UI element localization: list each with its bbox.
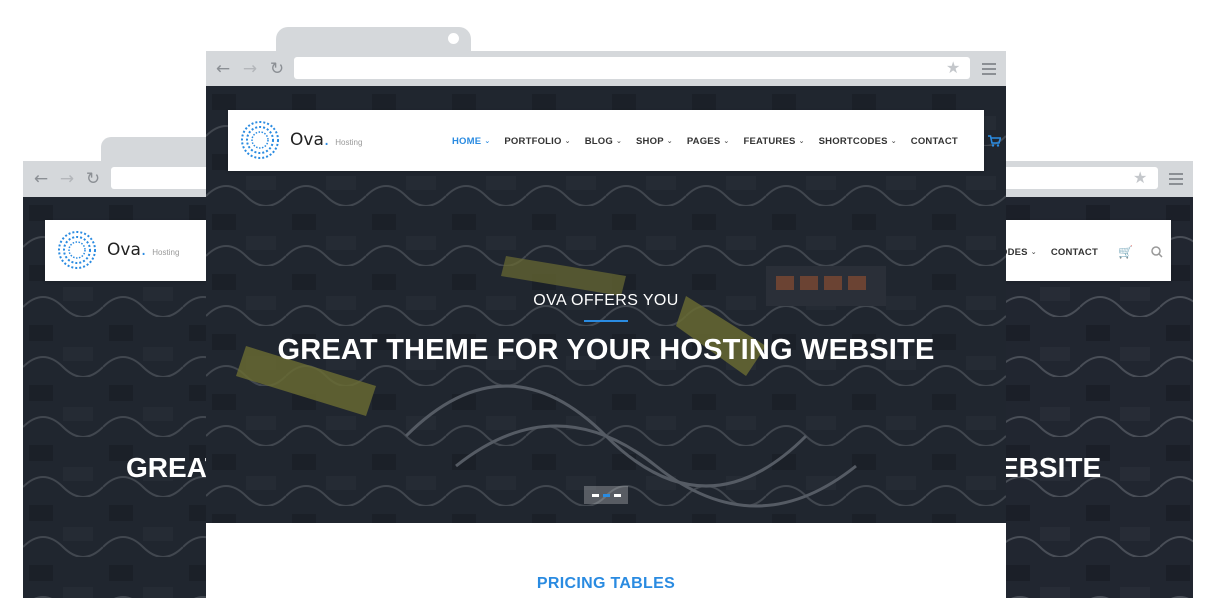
browser-window-main: ← → ↻ ★ Ova. Hosting HOME ⌄ PORTFOLIO ⌄ … xyxy=(206,27,1006,598)
browser-window-right: ★ ODES ⌄ CONTACT 🛒 EBSITE xyxy=(1000,137,1193,598)
main-menu: ODES ⌄ CONTACT 🛒 xyxy=(1000,245,1163,259)
chevron-down-icon: ⌄ xyxy=(564,137,571,145)
browser-toolbar: ← → ↻ ★ xyxy=(206,51,1006,86)
browser-tab[interactable] xyxy=(276,27,471,53)
star-icon[interactable]: ★ xyxy=(1133,168,1147,187)
site-header: Ova. Hosting xyxy=(45,220,213,281)
site-header: ODES ⌄ CONTACT 🛒 xyxy=(1000,220,1171,281)
address-bar[interactable] xyxy=(111,167,221,189)
hero-section: Ova. Hosting HOME ⌄ PORTFOLIO ⌄ BLOG ⌄ SHOP… xyxy=(206,86,1006,523)
page-viewport: ODES ⌄ CONTACT 🛒 EBSITE xyxy=(1000,197,1193,598)
page-viewport: Ova. Hosting HOME ⌄ PORTFOLIO ⌄ BLOG ⌄ SHOP… xyxy=(206,86,1006,598)
hamburger-icon[interactable] xyxy=(1169,173,1183,185)
hero-caption: OVA OFFERS YOU GREAT THEME FOR YOUR HOST… xyxy=(206,292,1006,367)
tab-indicator-icon xyxy=(448,33,459,44)
menu-item-blog[interactable]: BLOG ⌄ xyxy=(585,136,622,147)
menu-item-pages[interactable]: PAGES ⌄ xyxy=(687,136,730,147)
menu-item-contact[interactable]: CONTACT xyxy=(1051,247,1098,258)
address-bar[interactable] xyxy=(294,57,970,79)
menu-item-contact[interactable]: CONTACT xyxy=(911,136,958,147)
page-viewport: Ova. Hosting GREAT xyxy=(23,197,213,598)
chevron-down-icon: ⌄ xyxy=(890,137,897,145)
logo-mark-icon xyxy=(58,231,96,269)
chevron-down-icon: ⌄ xyxy=(798,137,805,145)
menu-item-home[interactable]: HOME ⌄ xyxy=(452,136,490,147)
forward-icon[interactable]: → xyxy=(240,51,260,86)
chevron-down-icon: ⌄ xyxy=(615,137,623,145)
logo-name: Ova. xyxy=(107,240,147,260)
logo-tagline: Hosting xyxy=(335,137,363,147)
logo-tagline: Hosting xyxy=(152,247,180,257)
hero-headline: GREAT THEME FOR YOUR HOSTING WEBSITE xyxy=(277,334,935,366)
menu-item-shop[interactable]: SHOP ⌄ xyxy=(636,136,673,147)
hero-divider xyxy=(584,320,628,322)
search-icon[interactable] xyxy=(1151,246,1163,258)
cart-icon[interactable] xyxy=(987,135,1001,147)
logo-name: Ova. xyxy=(290,130,330,150)
chevron-down-icon: ⌄ xyxy=(723,137,730,145)
back-icon[interactable]: ← xyxy=(31,161,51,197)
forward-icon[interactable]: → xyxy=(57,161,77,197)
hero-headline-fragment: EBSITE xyxy=(1000,452,1102,483)
star-icon[interactable]: ★ xyxy=(946,58,960,77)
browser-toolbar: ★ xyxy=(1000,161,1193,197)
cart-icon[interactable]: 🛒 xyxy=(1118,245,1133,259)
menu-item-features[interactable]: FEATURES ⌄ xyxy=(743,136,804,147)
browser-window-left: ← → ↻ Ova. Hosting GREAT xyxy=(23,137,221,598)
slider-dot[interactable] xyxy=(613,493,621,497)
hamburger-icon[interactable] xyxy=(982,63,996,75)
reload-icon[interactable]: ↻ xyxy=(83,161,103,197)
browser-tab[interactable] xyxy=(101,137,221,163)
site-logo[interactable]: Ova. Hosting xyxy=(240,120,362,160)
browser-toolbar: ← → ↻ xyxy=(23,161,221,197)
hero-kicker: OVA OFFERS YOU xyxy=(533,292,679,309)
reload-icon[interactable]: ↻ xyxy=(267,51,287,86)
slider-pagination xyxy=(584,486,628,504)
pricing-section-title: PRICING TABLES xyxy=(536,575,676,592)
chevron-down-icon: ⌄ xyxy=(484,137,491,145)
back-icon[interactable]: ← xyxy=(213,51,233,86)
hero-headline-fragment: GREAT xyxy=(126,452,213,483)
logo-mark-icon xyxy=(241,121,279,159)
slider-dot-active[interactable] xyxy=(602,493,610,497)
menu-item-shortcodes[interactable]: SHORTCODES ⌄ xyxy=(819,136,897,147)
chevron-down-icon: ⌄ xyxy=(666,137,673,145)
main-menu: HOME ⌄ PORTFOLIO ⌄ BLOG ⌄ SHOP ⌄ PAGES ⌄ FEAT… xyxy=(452,135,1006,147)
site-header: Ova. Hosting HOME ⌄ PORTFOLIO ⌄ BLOG ⌄ SHOP… xyxy=(228,110,1001,171)
site-logo[interactable]: Ova. Hosting xyxy=(57,230,179,270)
menu-item-portfolio[interactable]: PORTFOLIO ⌄ xyxy=(504,136,570,147)
slider-dot[interactable] xyxy=(591,493,599,497)
